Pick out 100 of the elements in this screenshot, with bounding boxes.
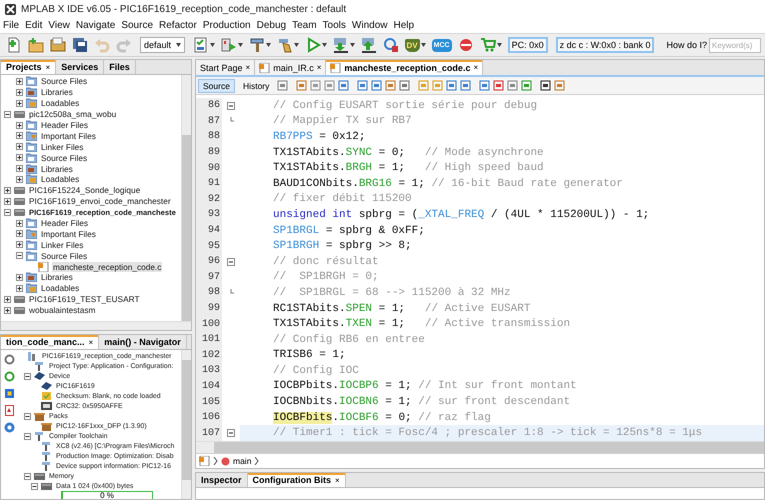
expand-icon[interactable] — [16, 100, 23, 107]
expand-icon[interactable] — [16, 165, 23, 172]
scrollbar[interactable] — [181, 75, 191, 321]
expand-icon[interactable] — [16, 132, 23, 140]
caret-icon[interactable] — [238, 43, 242, 47]
expand-icon[interactable] — [16, 78, 23, 85]
expand-icon[interactable] — [4, 186, 11, 194]
tree-item[interactable]: Source Files — [40, 76, 88, 86]
editor-tab[interactable]: mancheste_reception_code.c × — [326, 60, 484, 75]
menu-item[interactable]: Source — [121, 20, 154, 31]
tree-item[interactable]: Header Files — [40, 218, 90, 228]
expand-icon[interactable] — [16, 230, 23, 238]
tree-item[interactable]: pic12c508a_sma_wobu — [28, 109, 118, 120]
fold-icon[interactable] — [227, 102, 235, 110]
checklist-icon[interactable] — [192, 37, 208, 53]
search-field[interactable]: Keyword(s) — [709, 38, 761, 52]
view-toggle[interactable]: Source — [198, 78, 235, 92]
tree-item[interactable]: Important Files — [40, 130, 97, 141]
hammer-icon[interactable] — [248, 37, 264, 53]
caret-icon[interactable] — [350, 43, 354, 47]
collapse-icon[interactable] — [24, 472, 31, 480]
menu-item[interactable]: Navigate — [76, 20, 116, 31]
scrollbar[interactable] — [196, 441, 764, 453]
tree-item[interactable]: mancheste_reception_code.c — [52, 262, 162, 272]
expand-icon[interactable] — [16, 154, 23, 162]
fold-icon[interactable] — [227, 258, 235, 266]
chip-icon[interactable] — [4, 388, 14, 399]
expand-icon[interactable] — [4, 296, 11, 303]
caret-icon[interactable] — [294, 43, 298, 47]
fold-icon[interactable] — [227, 429, 235, 438]
menu-item[interactable]: Debug — [256, 20, 286, 31]
tree-item[interactable]: Source Files — [40, 250, 88, 261]
panel-tab[interactable]: Configuration Bits × — [248, 473, 346, 487]
view-toggle[interactable]: History — [238, 78, 274, 92]
download-icon[interactable] — [332, 37, 348, 53]
collapse-icon[interactable] — [4, 208, 11, 216]
menu-item[interactable]: View — [48, 20, 70, 31]
expand-icon[interactable] — [16, 274, 23, 281]
tree-item[interactable]: Loadables — [40, 174, 80, 184]
toolbar-button[interactable]: DV — [402, 35, 428, 55]
menu-item[interactable]: Help — [393, 20, 414, 31]
editor-tab[interactable]: main_IR.c × — [255, 60, 326, 75]
tree-item[interactable]: PIC16F1619_envoi_code_manchester — [28, 196, 172, 206]
expand-icon[interactable] — [16, 176, 23, 183]
menu-item[interactable]: Production — [202, 20, 251, 31]
expand-icon[interactable] — [16, 88, 23, 96]
expand-icon[interactable] — [16, 143, 23, 150]
close-button[interactable]: × — [335, 476, 340, 484]
editor-tool-icon[interactable] — [540, 80, 552, 91]
collapse-icon[interactable] — [24, 372, 31, 380]
tree-item[interactable]: Loadables — [40, 98, 80, 108]
panel-tab[interactable]: tion_code_manc... × — [1, 335, 100, 349]
scrollbar[interactable] — [1, 321, 191, 330]
expand-icon[interactable] — [16, 284, 23, 292]
expand-icon[interactable] — [4, 306, 11, 314]
tree-item[interactable]: wobualaintestasm — [28, 305, 96, 316]
expand-icon[interactable] — [16, 220, 23, 227]
tree-item[interactable]: Libraries — [40, 272, 74, 282]
collapse-icon[interactable] — [24, 412, 31, 420]
menu-item[interactable]: Refactor — [159, 20, 197, 31]
caret-icon[interactable] — [496, 43, 502, 47]
close-button[interactable]: × — [88, 338, 94, 346]
menu-item[interactable]: Edit — [25, 20, 42, 31]
shield-logo[interactable]: DV — [404, 38, 420, 52]
caret-icon[interactable] — [176, 43, 180, 47]
close-button[interactable]: × — [46, 62, 50, 72]
caret-icon[interactable] — [322, 43, 326, 47]
tree-item[interactable]: Source Files — [40, 152, 88, 163]
tree-item[interactable]: Libraries — [40, 87, 74, 98]
tree-item[interactable]: Loadables — [40, 283, 80, 294]
tree-item[interactable]: Important Files — [40, 228, 97, 239]
tree-item[interactable]: Linker Files — [40, 142, 84, 152]
expand-icon[interactable] — [16, 122, 23, 128]
caret-icon[interactable] — [210, 43, 214, 47]
tree-item[interactable]: PIC16F15224_Sonde_logique — [28, 185, 142, 196]
document-icon[interactable] — [4, 405, 14, 416]
menu-item[interactable]: File — [3, 20, 20, 31]
tree-item[interactable]: Header Files — [40, 120, 90, 130]
collapse-icon[interactable] — [24, 432, 31, 440]
collapse-icon[interactable] — [31, 482, 38, 490]
build-icon[interactable] — [220, 37, 236, 53]
menu-item[interactable]: Team — [292, 20, 317, 31]
panel-tab[interactable]: Projects × — [1, 60, 56, 74]
close-button[interactable]: × — [316, 63, 322, 72]
collapse-icon[interactable] — [4, 110, 11, 118]
editor-tab[interactable]: Start Page × — [196, 60, 256, 75]
caret-icon[interactable] — [420, 43, 426, 47]
close-button[interactable]: × — [246, 63, 250, 72]
collapse-icon[interactable] — [16, 252, 23, 260]
close-button[interactable]: × — [473, 63, 478, 72]
breadcrumb-item[interactable]: main — [233, 456, 252, 466]
tree-item[interactable]: Linker Files — [40, 240, 84, 250]
configuration-select[interactable]: default — [140, 37, 184, 53]
caret-icon[interactable] — [266, 43, 270, 47]
scrollbar[interactable] — [181, 350, 191, 499]
expand-icon[interactable] — [4, 198, 11, 205]
menu-item[interactable]: Tools — [322, 20, 346, 31]
tree-item[interactable]: PIC16F1619_TEST_EUSART — [28, 294, 141, 304]
tree-item[interactable]: Libraries — [40, 164, 74, 174]
expand-icon[interactable] — [16, 241, 23, 248]
